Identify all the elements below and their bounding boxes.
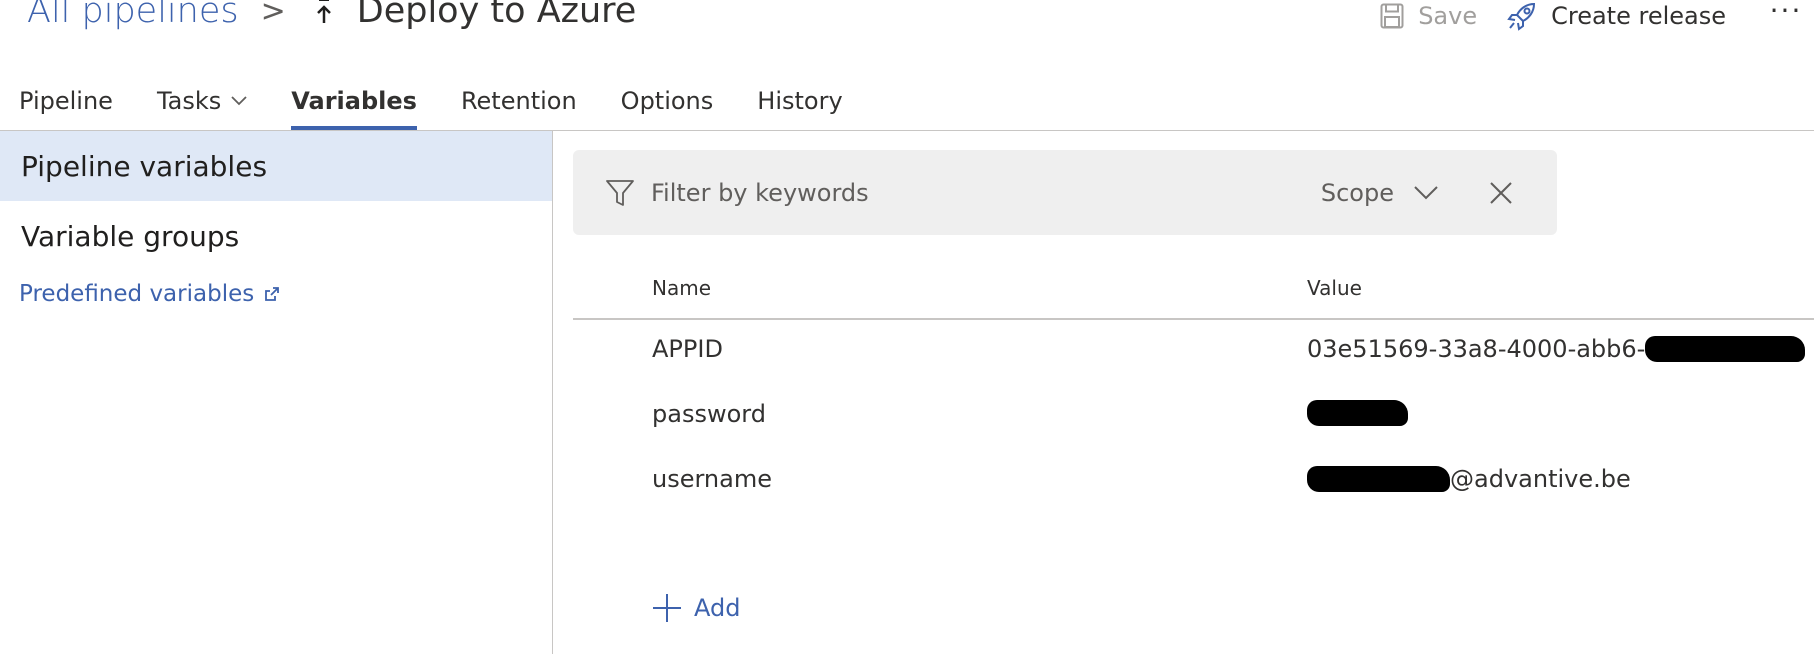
filter-bar: Scope	[573, 150, 1557, 235]
variable-name: password	[652, 400, 766, 428]
breadcrumb: All pipelines > Deploy to Azure	[27, 0, 636, 34]
chevron-down-icon	[1414, 185, 1438, 199]
tab-bar: Pipeline Tasks Variables Retention Optio…	[19, 72, 887, 130]
redaction-mark	[1307, 400, 1408, 426]
sidebar-item-label: Variable groups	[21, 219, 240, 253]
column-header-name: Name	[652, 276, 712, 300]
create-release-button[interactable]: Create release	[1507, 1, 1726, 31]
redaction-mark	[1307, 466, 1450, 492]
tab-options[interactable]: Options	[621, 72, 714, 130]
table-header: Name Value	[573, 268, 1814, 320]
floppy-disk-icon	[1380, 3, 1404, 29]
breadcrumb-separator: >	[260, 0, 286, 29]
variable-value-text: 03e51569-33a8-4000-abb6-	[1307, 335, 1646, 363]
tab-label: Variables	[291, 87, 417, 115]
save-label: Save	[1418, 2, 1478, 30]
chevron-down-icon	[231, 96, 247, 106]
tab-label: Retention	[460, 87, 577, 115]
tab-label: Options	[620, 87, 714, 115]
tab-retention[interactable]: Retention	[461, 72, 577, 130]
plus-icon	[653, 594, 681, 622]
variable-name: username	[652, 465, 772, 493]
sidebar-item-label: Pipeline variables	[21, 149, 268, 183]
tab-label: Tasks	[156, 87, 222, 115]
variable-value: @advantive.be	[1307, 465, 1631, 493]
predefined-variables-label: Predefined variables	[19, 281, 255, 307]
funnel-icon	[606, 179, 634, 206]
tab-label: History	[757, 87, 843, 115]
sidebar-item-variable-groups[interactable]: Variable groups	[0, 201, 552, 271]
column-header-value: Value	[1307, 276, 1362, 300]
table-row[interactable]: username @advantive.be	[573, 452, 1814, 512]
predefined-variables-link[interactable]: Predefined variables	[0, 281, 552, 307]
save-button[interactable]: Save	[1380, 2, 1477, 30]
tab-variables[interactable]: Variables	[291, 72, 417, 130]
redaction-mark	[1645, 336, 1806, 362]
variable-value: 03e51569-33a8-4000-abb6-	[1307, 335, 1806, 363]
add-variable-button[interactable]: Add	[652, 593, 740, 623]
add-label: Add	[694, 594, 741, 622]
scope-label: Scope	[1320, 178, 1394, 207]
more-actions-button[interactable]: ···	[1758, 0, 1814, 27]
sidebar-item-pipeline-variables[interactable]: Pipeline variables	[0, 131, 552, 201]
variable-value-text: @advantive.be	[1450, 465, 1631, 493]
tab-history[interactable]: History	[757, 72, 842, 130]
breadcrumb-all-pipelines[interactable]: All pipelines	[27, 0, 239, 31]
variable-value	[1307, 400, 1408, 426]
page-title: Deploy to Azure	[356, 0, 637, 31]
rocket-icon	[1507, 2, 1536, 31]
close-icon	[1490, 181, 1512, 204]
table-row[interactable]: password	[573, 387, 1814, 447]
variables-sidebar: Pipeline variables Variable groups Prede…	[0, 131, 553, 654]
header-actions: Save Create release ···	[1380, 0, 1814, 34]
table-row[interactable]: APPID 03e51569-33a8-4000-abb6-	[573, 322, 1814, 382]
scope-dropdown[interactable]: Scope	[1321, 179, 1438, 207]
create-release-label: Create release	[1551, 2, 1726, 30]
tab-tasks[interactable]: Tasks	[157, 72, 247, 130]
pipeline-release-icon	[312, 0, 336, 31]
tab-label: Pipeline	[19, 87, 113, 115]
clear-filter-button[interactable]	[1490, 181, 1512, 204]
filter-input[interactable]	[651, 172, 1321, 213]
tab-pipeline[interactable]: Pipeline	[19, 72, 113, 130]
external-link-icon	[265, 287, 280, 301]
variable-name: APPID	[652, 335, 723, 363]
